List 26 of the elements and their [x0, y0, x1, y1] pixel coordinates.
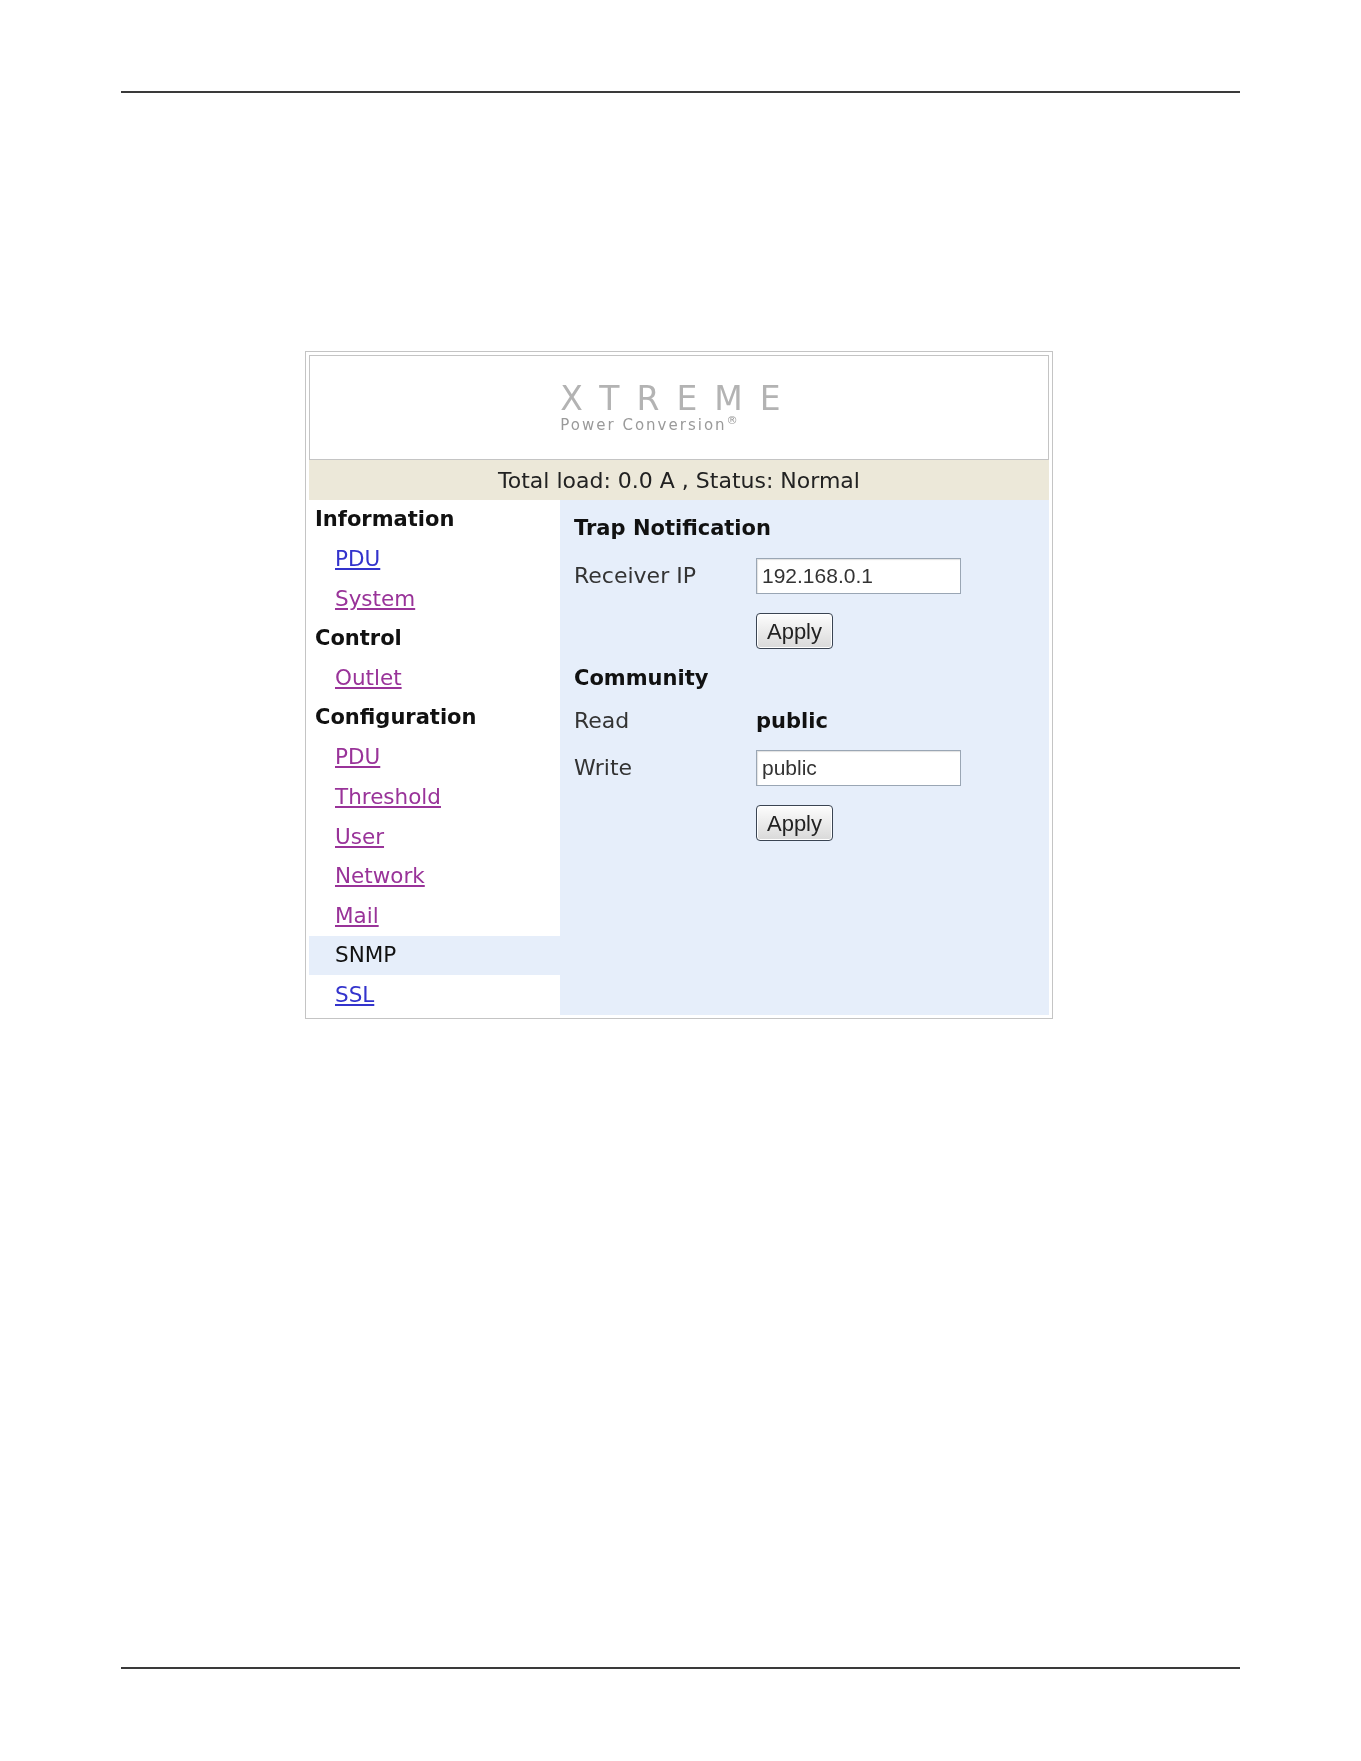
- field-label: Write: [574, 754, 634, 782]
- apply-button[interactable]: Apply: [756, 805, 833, 841]
- field-value: public: [756, 708, 828, 735]
- logo-wordmark: XTREME: [560, 381, 798, 416]
- sidebar-heading: Configuration: [315, 704, 477, 731]
- sidebar-link[interactable]: Outlet: [335, 665, 402, 692]
- apply-button[interactable]: Apply: [756, 613, 833, 649]
- sidebar-link[interactable]: PDU: [335, 546, 381, 573]
- sidebar-heading: Control: [315, 624, 402, 652]
- sidebar-link[interactable]: System: [335, 586, 416, 612]
- sidebar-link[interactable]: User: [335, 823, 384, 850]
- section-title: Trap Notification: [574, 515, 771, 543]
- sidebar-current-item[interactable]: SNMP: [309, 935, 560, 976]
- section-title: Community: [574, 665, 709, 693]
- field-label: Read: [574, 707, 631, 735]
- sidebar-link[interactable]: Mail: [335, 902, 379, 929]
- sidebar-link[interactable]: PDU: [335, 744, 381, 771]
- status-bar: Total load: 0.0 A , Status: Normal: [309, 460, 1049, 500]
- sidebar-link[interactable]: Threshold: [335, 783, 441, 810]
- input-field[interactable]: 192.168.0.1: [756, 558, 961, 594]
- logo-tagline: Power Conversion$^{®}$: [560, 415, 740, 434]
- input-field[interactable]: public: [756, 750, 961, 786]
- sidebar-link[interactable]: SSL: [335, 981, 375, 1008]
- field-label: Receiver IP: [574, 562, 697, 590]
- sidebar-link[interactable]: Network: [335, 863, 425, 890]
- sidebar-heading: Information: [315, 506, 455, 534]
